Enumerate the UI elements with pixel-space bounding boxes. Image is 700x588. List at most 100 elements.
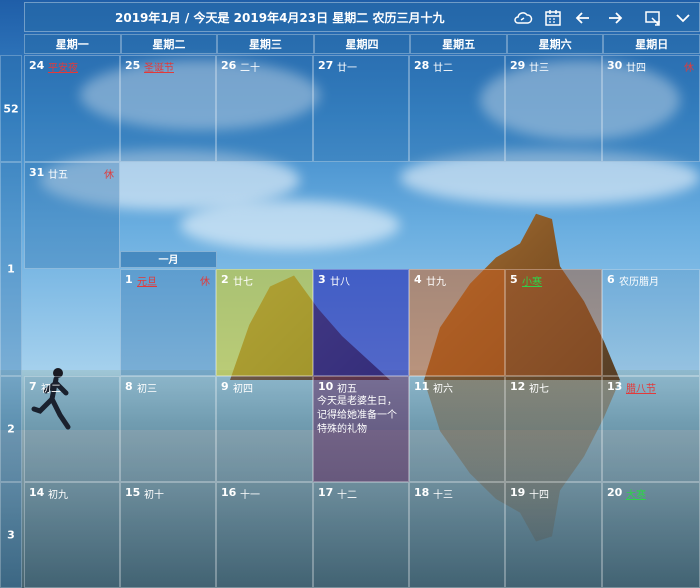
calendar-icon[interactable] bbox=[543, 8, 563, 28]
lunar-date: 廿四 bbox=[626, 63, 646, 74]
week-number-label: 3 bbox=[7, 528, 15, 542]
day-number: 11 bbox=[414, 380, 430, 393]
day-number: 4 bbox=[414, 273, 422, 286]
lunar-date: 农历腊月 bbox=[619, 277, 659, 288]
lunar-date: 初七 bbox=[529, 384, 549, 395]
holiday-label[interactable]: 小寒 bbox=[522, 273, 542, 288]
day-cell[interactable]: 10 初五 今天是老婆生日，记得给她准备一个特殊的礼物 bbox=[313, 376, 409, 482]
title-date: 2019年1月 / 今天是 2019年4月23日 星期二 农历三月十九 bbox=[115, 11, 445, 25]
day-cell[interactable]: 18 十三 bbox=[409, 482, 505, 588]
day-number: 27 bbox=[318, 59, 334, 72]
day-cell[interactable]: 25 圣诞节 bbox=[120, 55, 216, 162]
window-icon[interactable] bbox=[643, 8, 663, 28]
lunar-date: 廿五 bbox=[48, 170, 68, 181]
week-number-label: 1 bbox=[7, 262, 15, 276]
day-cell[interactable]: 3 廿八 bbox=[313, 269, 409, 376]
chevron-down-icon[interactable] bbox=[673, 8, 693, 28]
day-cell[interactable]: 30 廿四 休 bbox=[602, 55, 700, 162]
lunar-date: 十三 bbox=[433, 490, 453, 501]
day-cell[interactable]: 12 初七 bbox=[505, 376, 602, 482]
day-cell[interactable]: 17 十二 bbox=[313, 482, 409, 588]
day-number: 26 bbox=[221, 59, 237, 72]
day-number: 30 bbox=[607, 59, 623, 72]
holiday-label[interactable]: 圣诞节 bbox=[144, 59, 174, 74]
lunar-date: 十二 bbox=[337, 490, 357, 501]
lunar-date: 二十 bbox=[240, 63, 260, 74]
lunar-date: 初四 bbox=[233, 384, 253, 395]
day-cell[interactable]: 4 廿九 bbox=[409, 269, 505, 376]
weekday-4: 星期四 bbox=[313, 34, 411, 54]
day-number: 9 bbox=[221, 380, 229, 393]
day-number: 29 bbox=[510, 59, 526, 72]
day-number: 18 bbox=[414, 486, 430, 499]
lunar-date: 初三 bbox=[137, 384, 157, 395]
day-cell[interactable]: 11 初六 bbox=[409, 376, 505, 482]
lunar-date: 初六 bbox=[433, 384, 453, 395]
day-cell[interactable]: 15 初十 bbox=[120, 482, 216, 588]
arrow-right-icon[interactable] bbox=[605, 8, 625, 28]
week-number-label: 52 bbox=[3, 102, 19, 115]
day-cell[interactable]: 5 小寒 bbox=[505, 269, 602, 376]
day-cell[interactable]: 31 廿五 休 bbox=[24, 162, 120, 269]
day-cell[interactable]: 26 二十 bbox=[216, 55, 313, 162]
arrow-left-icon[interactable] bbox=[573, 8, 593, 28]
day-number: 28 bbox=[414, 59, 430, 72]
day-number: 2 bbox=[221, 273, 229, 286]
holiday-label[interactable]: 大寒 bbox=[626, 486, 646, 501]
rest-day-badge: 休 bbox=[104, 170, 114, 181]
day-cell[interactable]: 27 廿一 bbox=[313, 55, 409, 162]
day-number: 25 bbox=[125, 59, 141, 72]
lunar-date: 十四 bbox=[529, 490, 549, 501]
day-cell[interactable]: 24 平安夜 bbox=[24, 55, 120, 162]
day-number: 3 bbox=[318, 273, 326, 286]
holiday-label[interactable]: 腊八节 bbox=[626, 380, 656, 395]
day-number: 1 bbox=[125, 273, 133, 286]
lunar-date: 廿七 bbox=[233, 277, 253, 288]
week-number-label: 2 bbox=[7, 422, 15, 436]
day-cell[interactable]: 6 农历腊月 bbox=[602, 269, 700, 376]
lunar-date: 初五 bbox=[337, 384, 357, 395]
month-label: 一月 bbox=[120, 251, 217, 268]
lunar-date: 廿三 bbox=[529, 63, 549, 74]
rest-day-badge: 休 bbox=[200, 277, 210, 288]
day-cell[interactable]: 1 元旦 休 bbox=[120, 269, 216, 376]
day-cell[interactable]: 20 大寒 bbox=[602, 482, 700, 588]
lunar-date: 初二 bbox=[41, 384, 61, 395]
day-number: 20 bbox=[607, 486, 623, 499]
day-cell[interactable]: 13 腊八节 bbox=[602, 376, 700, 482]
calendar-app: 2019年1月 / 今天是 2019年4月23日 星期二 农历三月十九 星期一星… bbox=[0, 0, 700, 588]
cloud-sync-icon[interactable] bbox=[513, 8, 533, 28]
day-number: 14 bbox=[29, 486, 45, 499]
rest-day-badge: 休 bbox=[684, 63, 694, 74]
holiday-label[interactable]: 平安夜 bbox=[48, 59, 78, 74]
day-cell[interactable]: 14 初九 bbox=[24, 482, 120, 588]
day-number: 19 bbox=[510, 486, 526, 499]
lunar-date: 十一 bbox=[240, 490, 260, 501]
day-number: 8 bbox=[125, 380, 133, 393]
day-cell[interactable]: 7 初二 bbox=[24, 376, 120, 482]
lunar-date: 廿一 bbox=[337, 63, 357, 74]
day-number: 13 bbox=[607, 380, 623, 393]
week-number: 52 bbox=[0, 55, 22, 162]
holiday-label[interactable]: 元旦 bbox=[137, 273, 157, 288]
title-bar: 2019年1月 / 今天是 2019年4月23日 星期二 农历三月十九 bbox=[24, 2, 700, 32]
day-cell[interactable]: 16 十一 bbox=[216, 482, 313, 588]
week-number: 3 bbox=[0, 482, 22, 588]
day-cell[interactable]: 28 廿二 bbox=[409, 55, 505, 162]
day-number: 7 bbox=[29, 380, 37, 393]
event-note[interactable]: 今天是老婆生日，记得给她准备一个特殊的礼物 bbox=[317, 395, 405, 437]
lunar-date: 廿九 bbox=[426, 277, 446, 288]
day-number: 16 bbox=[221, 486, 237, 499]
day-cell[interactable]: 29 廿三 bbox=[505, 55, 602, 162]
lunar-date: 初十 bbox=[144, 490, 164, 501]
weekday-5: 星期五 bbox=[410, 34, 507, 54]
day-cell[interactable]: 19 十四 bbox=[505, 482, 602, 588]
day-number: 10 bbox=[318, 380, 334, 393]
weekday-3: 星期三 bbox=[217, 34, 314, 54]
day-cell[interactable]: 2 廿七 bbox=[216, 269, 313, 376]
lunar-date: 廿二 bbox=[433, 63, 453, 74]
weekday-1: 星期一 bbox=[24, 34, 121, 54]
weekday-header: 星期一 星期二 星期三 星期四 星期五 星期六 星期日 bbox=[24, 34, 700, 54]
day-cell[interactable]: 8 初三 bbox=[120, 376, 216, 482]
day-cell[interactable]: 9 初四 bbox=[216, 376, 313, 482]
